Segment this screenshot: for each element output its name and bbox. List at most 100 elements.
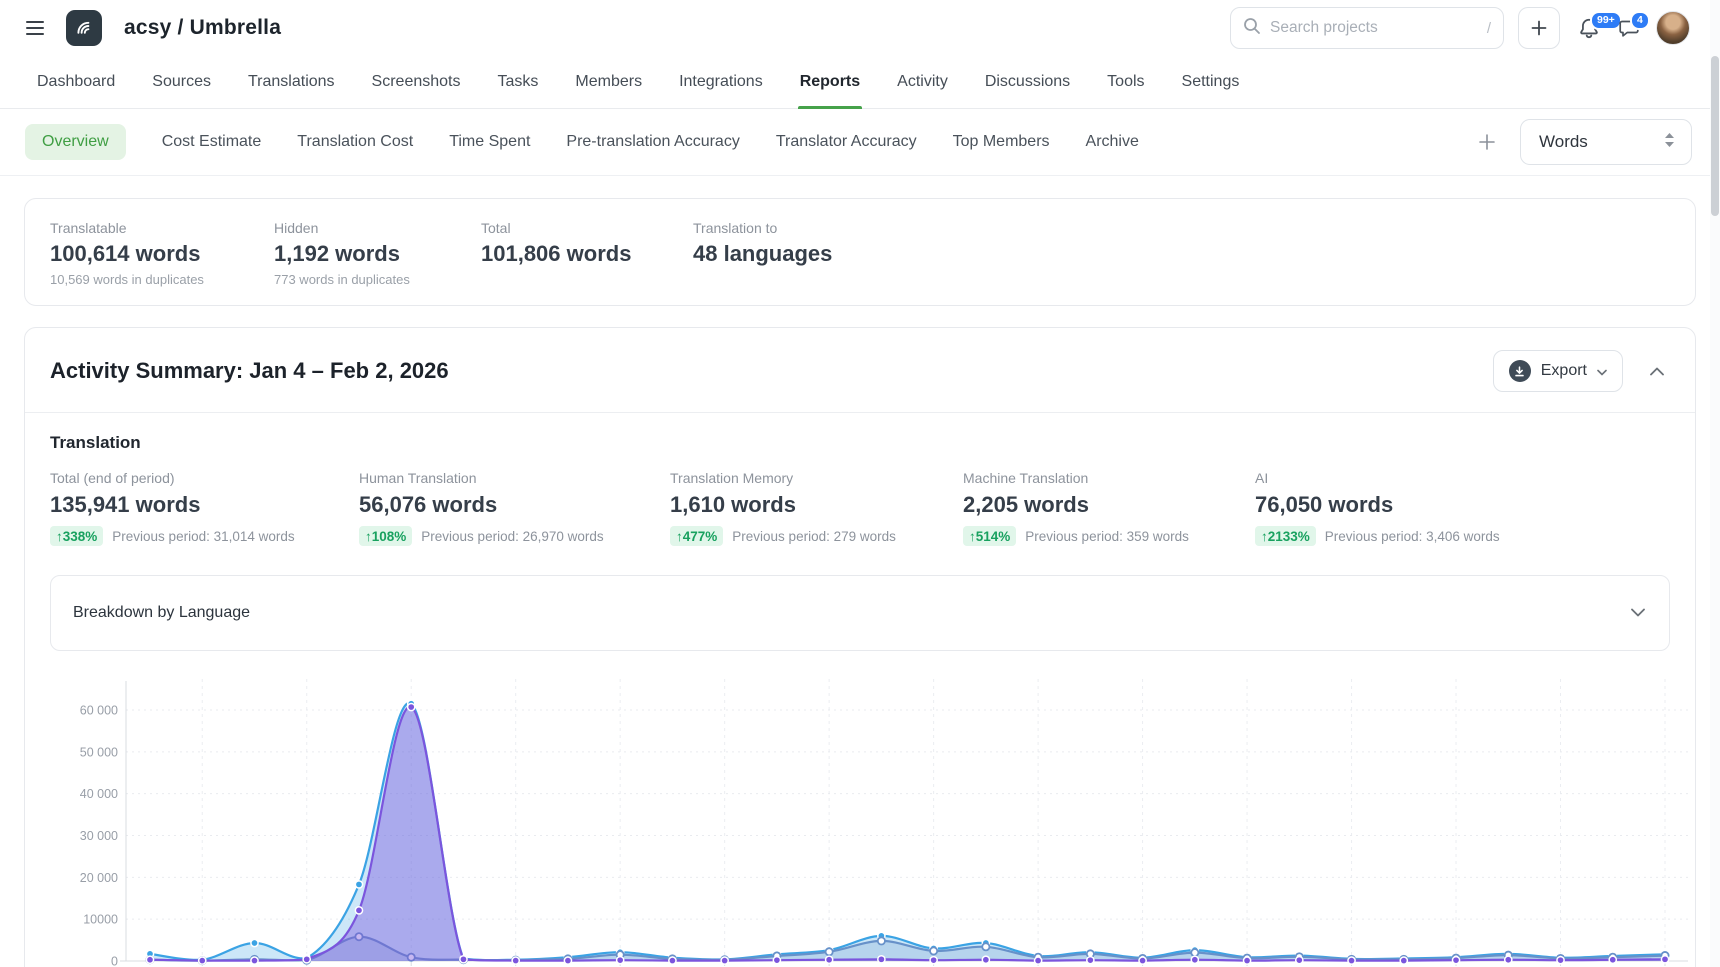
stat-total: Total 101,806 words bbox=[481, 220, 693, 287]
previous-period: Previous period: 359 words bbox=[1025, 529, 1189, 544]
tab-discussions[interactable]: Discussions bbox=[985, 56, 1070, 108]
search-input[interactable] bbox=[1270, 19, 1478, 37]
change-badge: ↑477% bbox=[670, 526, 723, 546]
previous-period: Previous period: 26,970 words bbox=[421, 529, 603, 544]
change-badge: ↑338% bbox=[50, 526, 103, 546]
metric-value: 76,050 words bbox=[1255, 492, 1500, 518]
scrollbar-thumb[interactable] bbox=[1711, 56, 1719, 216]
metric-ai: AI 76,050 words ↑2133% Previous period: … bbox=[1255, 470, 1500, 546]
metric-human-translation: Human Translation 56,076 words ↑108% Pre… bbox=[359, 470, 670, 546]
change-badge: ↑108% bbox=[359, 526, 412, 546]
project-logo bbox=[66, 10, 102, 46]
tab-dashboard[interactable]: Dashboard bbox=[37, 56, 115, 108]
messages-badge: 4 bbox=[1630, 11, 1650, 30]
previous-period: Previous period: 279 words bbox=[732, 529, 896, 544]
stat-note bbox=[481, 272, 693, 287]
tab-translations[interactable]: Translations bbox=[248, 56, 335, 108]
page-title: acsy / Umbrella bbox=[124, 16, 281, 40]
activity-chart: 01000020 00030 00040 00050 00060 0004 Ja… bbox=[50, 669, 1670, 967]
tab-tasks[interactable]: Tasks bbox=[497, 56, 538, 108]
stat-label: Total bbox=[481, 220, 693, 236]
report-tab-overview[interactable]: Overview bbox=[25, 124, 126, 160]
stat-label: Hidden bbox=[274, 220, 481, 236]
search-icon bbox=[1243, 17, 1261, 40]
translation-section: Translation Total (end of period) 135,94… bbox=[25, 413, 1695, 967]
svg-text:20 000: 20 000 bbox=[80, 871, 118, 885]
activity-summary-title: Activity Summary: Jan 4 – Feb 2, 2026 bbox=[50, 358, 1493, 384]
stat-note: 10,569 words in duplicates bbox=[50, 272, 274, 287]
tab-screenshots[interactable]: Screenshots bbox=[372, 56, 461, 108]
stat-note bbox=[693, 272, 832, 287]
tab-tools[interactable]: Tools bbox=[1107, 56, 1144, 108]
page-scrollbar[interactable] bbox=[1710, 0, 1720, 967]
svg-text:40 000: 40 000 bbox=[80, 787, 118, 801]
metric-label: Total (end of period) bbox=[50, 470, 359, 486]
create-project-button[interactable] bbox=[1518, 7, 1560, 49]
export-button-label: Export bbox=[1541, 362, 1587, 380]
notifications-bell-icon[interactable]: 99+ bbox=[1578, 17, 1600, 39]
unit-selector[interactable]: Words bbox=[1520, 119, 1692, 165]
report-tab-translation-cost[interactable]: Translation Cost bbox=[297, 124, 413, 160]
download-icon bbox=[1509, 360, 1531, 382]
search-box[interactable]: / bbox=[1230, 7, 1504, 49]
report-tab-top-members[interactable]: Top Members bbox=[953, 124, 1050, 160]
report-tab-archive[interactable]: Archive bbox=[1086, 124, 1139, 160]
tab-integrations[interactable]: Integrations bbox=[679, 56, 763, 108]
svg-text:60 000: 60 000 bbox=[80, 704, 118, 718]
export-button[interactable]: Export bbox=[1493, 350, 1623, 392]
metric-value: 56,076 words bbox=[359, 492, 670, 518]
previous-period: Previous period: 3,406 words bbox=[1325, 529, 1500, 544]
metric-translation-memory: Translation Memory 1,610 words ↑477% Pre… bbox=[670, 470, 963, 546]
reports-subnav: Overview Cost Estimate Translation Cost … bbox=[0, 109, 1720, 176]
change-badge: ↑2133% bbox=[1255, 526, 1316, 546]
previous-period: Previous period: 31,014 words bbox=[112, 529, 294, 544]
stat-translatable: Translatable 100,614 words 10,569 words … bbox=[50, 220, 274, 287]
tab-members[interactable]: Members bbox=[575, 56, 642, 108]
top-bar: acsy / Umbrella / 99+ 4 bbox=[0, 0, 1720, 56]
tab-sources[interactable]: Sources bbox=[152, 56, 211, 108]
report-tab-translator-accuracy[interactable]: Translator Accuracy bbox=[776, 124, 917, 160]
stat-value: 1,192 words bbox=[274, 241, 481, 267]
metric-label: Machine Translation bbox=[963, 470, 1255, 486]
caret-down-icon bbox=[1597, 364, 1607, 379]
activity-summary-card: Activity Summary: Jan 4 – Feb 2, 2026 Ex… bbox=[24, 327, 1696, 967]
chevron-down-icon bbox=[1631, 604, 1645, 622]
stat-value: 48 languages bbox=[693, 241, 832, 267]
activity-summary-header: Activity Summary: Jan 4 – Feb 2, 2026 Ex… bbox=[25, 328, 1695, 413]
messages-chat-icon[interactable]: 4 bbox=[1618, 17, 1640, 39]
metric-total-end-of-period: Total (end of period) 135,941 words ↑338… bbox=[50, 470, 359, 546]
word-stats-card: Translatable 100,614 words 10,569 words … bbox=[24, 198, 1696, 306]
tab-activity[interactable]: Activity bbox=[897, 56, 948, 108]
metric-value: 2,205 words bbox=[963, 492, 1255, 518]
svg-text:10000: 10000 bbox=[83, 913, 118, 927]
breakdown-label: Breakdown by Language bbox=[73, 604, 250, 622]
svg-text:50 000: 50 000 bbox=[80, 745, 118, 759]
metric-label: Human Translation bbox=[359, 470, 670, 486]
stat-note: 773 words in duplicates bbox=[274, 272, 481, 287]
metric-label: Translation Memory bbox=[670, 470, 963, 486]
breakdown-by-language-toggle[interactable]: Breakdown by Language bbox=[50, 575, 1670, 651]
report-tab-cost-estimate[interactable]: Cost Estimate bbox=[162, 124, 262, 160]
stat-translation-to: Translation to 48 languages bbox=[693, 220, 832, 287]
reports-page: acsy / Umbrella / 99+ 4 Da bbox=[0, 0, 1720, 967]
report-tab-time-spent[interactable]: Time Spent bbox=[449, 124, 530, 160]
stat-label: Translation to bbox=[693, 220, 832, 236]
metric-label: AI bbox=[1255, 470, 1500, 486]
tab-reports[interactable]: Reports bbox=[800, 56, 860, 108]
collapse-section-icon[interactable] bbox=[1650, 367, 1664, 376]
translation-section-title: Translation bbox=[50, 433, 1670, 453]
translation-metrics: Total (end of period) 135,941 words ↑338… bbox=[50, 470, 1670, 546]
activity-chart-svg: 01000020 00030 00040 00050 00060 0004 Ja… bbox=[50, 669, 1696, 967]
report-tab-pretranslation-accuracy[interactable]: Pre-translation Accuracy bbox=[566, 124, 739, 160]
stat-value: 100,614 words bbox=[50, 241, 274, 267]
user-avatar[interactable] bbox=[1656, 11, 1690, 45]
metric-value: 1,610 words bbox=[670, 492, 963, 518]
hamburger-menu-icon[interactable] bbox=[26, 20, 46, 36]
tab-settings[interactable]: Settings bbox=[1182, 56, 1240, 108]
svg-text:0: 0 bbox=[111, 955, 118, 967]
change-badge: ↑514% bbox=[963, 526, 1016, 546]
metric-value: 135,941 words bbox=[50, 492, 359, 518]
add-report-icon[interactable] bbox=[1478, 133, 1496, 151]
stat-label: Translatable bbox=[50, 220, 274, 236]
unit-selector-value: Words bbox=[1539, 132, 1588, 152]
